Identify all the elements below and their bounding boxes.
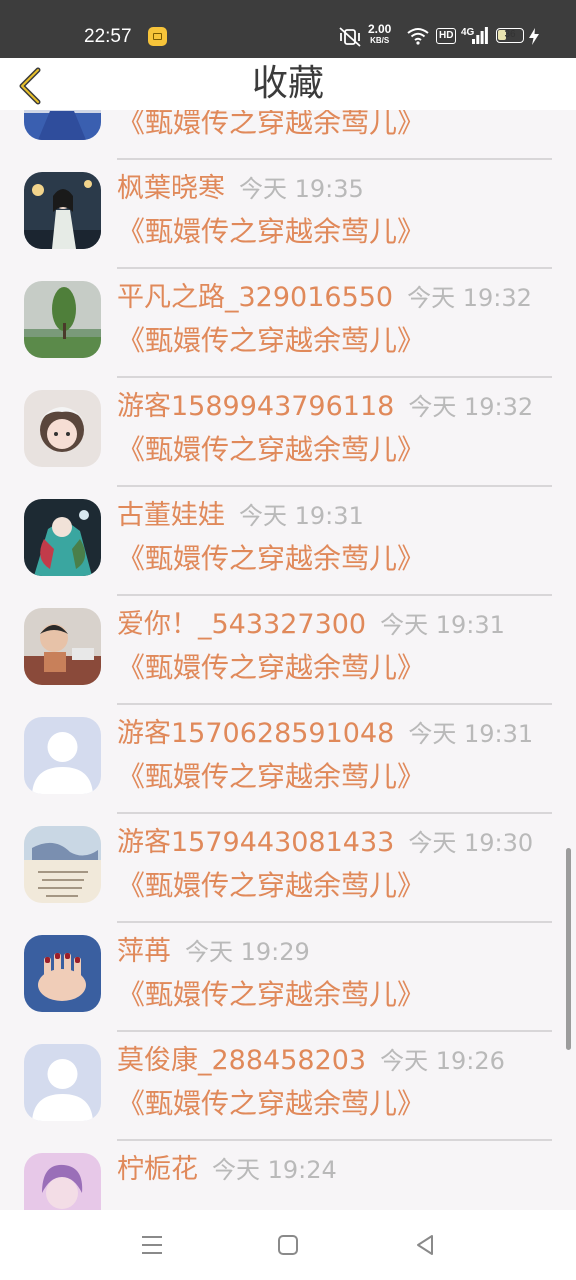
avatar-child-photo[interactable] [24,608,101,685]
book-title[interactable]: 《甄嬛传之穿越余莺儿》 [117,977,425,1013]
book-title[interactable]: 《甄嬛传之穿越余莺儿》 [117,1086,425,1122]
net-speed-unit: KB/S [370,36,390,45]
list-item[interactable]: 平凡之路_329016550 今天 19:32 《甄嬛传之穿越余莺儿》 [0,269,576,378]
avatar-ancient-woman[interactable] [24,172,101,249]
book-title[interactable]: 《甄嬛传之穿越余莺儿》 [117,323,425,359]
timestamp: 今天 19:35 [239,175,364,203]
username-text: 游客1570628591048 [117,718,395,749]
list-item[interactable]: 游客1589943796118 今天 19:32 《甄嬛传之穿越余莺儿》 [0,378,576,487]
list-item[interactable]: 爱你！_543327300 今天 19:31 《甄嬛传之穿越余莺儿》 [0,596,576,705]
avatar-landscape-tree[interactable] [24,281,101,358]
list-item[interactable]: 古董娃娃 今天 19:31 《甄嬛传之穿越余莺儿》 [0,487,576,596]
book-title[interactable]: 《甄嬛传之穿越余莺儿》 [117,650,425,686]
book-title[interactable]: 《甄嬛传之穿越余莺儿》 [117,214,425,250]
page-title: 收藏 [251,63,324,104]
timestamp: 今天 19:31 [380,611,505,639]
book-title[interactable]: 《甄嬛传之穿越余莺儿》 [117,541,425,577]
net-speed-value: 2.00 [368,22,392,36]
username-text: 游客1589943796118 [117,391,395,422]
timestamp: 今天 19:30 [408,829,534,857]
timestamp: 今天 19:31 [408,720,534,748]
signal-icon [472,27,488,44]
timestamp: 今天 19:32 [408,393,534,421]
avatar-hands-nails[interactable] [24,935,101,1012]
username-text: 萍苒 [117,936,171,967]
username[interactable]: 古董娃娃 今天 19:31 [117,499,364,533]
scrollbar[interactable] [566,848,571,1050]
list-item[interactable]: 游客1570628591048 今天 19:31 《甄嬛传之穿越余莺儿》 [0,705,576,814]
avatar-text-scenery[interactable] [24,826,101,903]
list-item[interactable]: 柠栀花 今天 19:24 [0,1141,576,1210]
header: 收藏 [0,58,576,110]
home-icon[interactable] [273,1230,303,1260]
username[interactable]: 游客1589943796118 今天 19:32 [117,390,533,424]
avatar-default[interactable] [24,717,101,794]
username[interactable]: 游客1579443081433 今天 19:30 [117,826,533,860]
username[interactable]: 平凡之路_329016550 今天 19:32 [117,281,532,315]
timestamp: 今天 19:32 [407,284,532,312]
username-text: 莫俊康_288458203 [117,1045,367,1076]
timestamp: 今天 19:29 [185,938,310,966]
username-text: 游客1579443081433 [117,827,395,858]
timestamp: 今天 19:24 [212,1156,337,1184]
username[interactable]: 柠栀花 今天 19:24 [117,1153,337,1187]
wifi-icon [407,28,429,45]
battery-level: 36 [504,29,516,40]
avatar-ancient-man[interactable] [24,110,101,140]
back-nav-icon[interactable] [410,1230,440,1260]
vibrate-icon [339,27,361,47]
username-text: 柠栀花 [117,1154,198,1185]
avatar-anime[interactable] [24,499,101,576]
net-speed: 2.00 KB/S [368,22,392,46]
notification-icon [148,27,167,46]
timestamp: 今天 19:26 [380,1047,505,1075]
charging-icon [529,28,539,45]
book-title[interactable]: 《甄嬛传之穿越余莺儿》 [117,110,425,141]
username-text: 爱你！_543327300 [117,609,367,640]
timestamp: 今天 19:31 [239,502,364,530]
avatar-default[interactable] [24,1044,101,1121]
username-text: 古董娃娃 [117,500,225,531]
list-item[interactable]: 我就是某某的《甄嬛传之穿越余莺儿》 [0,110,576,160]
avatar-girl-photo[interactable] [24,390,101,467]
list-item[interactable]: 莫俊康_288458203 今天 19:26 《甄嬛传之穿越余莺儿》 [0,1032,576,1141]
list-item[interactable]: 萍苒 今天 19:29 《甄嬛传之穿越余莺儿》 [0,923,576,1032]
status-bar: 22:57 2.00 KB/S HD 4G 36 [0,0,576,58]
menu-icon[interactable] [137,1230,167,1260]
book-title[interactable]: 《甄嬛传之穿越余莺儿》 [117,432,425,468]
favorites-list[interactable]: 我就是某某的《甄嬛传之穿越余莺儿》枫葉晓寒今天 19:35 《甄嬛传之穿越余莺儿》… [0,110,576,1210]
username[interactable]: 莫俊康_288458203 今天 19:26 [117,1044,505,1078]
hd-badge: HD [436,28,457,44]
username[interactable]: 萍苒 今天 19:29 [117,935,310,969]
book-title[interactable]: 《甄嬛传之穿越余莺儿》 [117,868,425,904]
username[interactable]: 枫葉晓寒 今天 19:35 [117,172,364,206]
avatar-pink-girl[interactable] [24,1153,101,1210]
username-text: 平凡之路_329016550 [117,282,394,313]
battery-icon: 36 [496,28,524,43]
username-text: 枫葉晓寒 [117,173,225,204]
username[interactable]: 爱你！_543327300 今天 19:31 [117,608,505,642]
username[interactable]: 游客1570628591048 今天 19:31 [117,717,533,751]
book-title[interactable]: 《甄嬛传之穿越余莺儿》 [117,759,425,795]
list-item[interactable]: 枫葉晓寒 今天 19:35 《甄嬛传之穿越余莺儿》 [0,160,576,269]
navigation-bar [0,1210,576,1280]
list-item[interactable]: 游客1579443081433 今天 19:30 《甄嬛传之穿越余莺儿》 [0,814,576,923]
status-time: 22:57 [84,26,132,47]
